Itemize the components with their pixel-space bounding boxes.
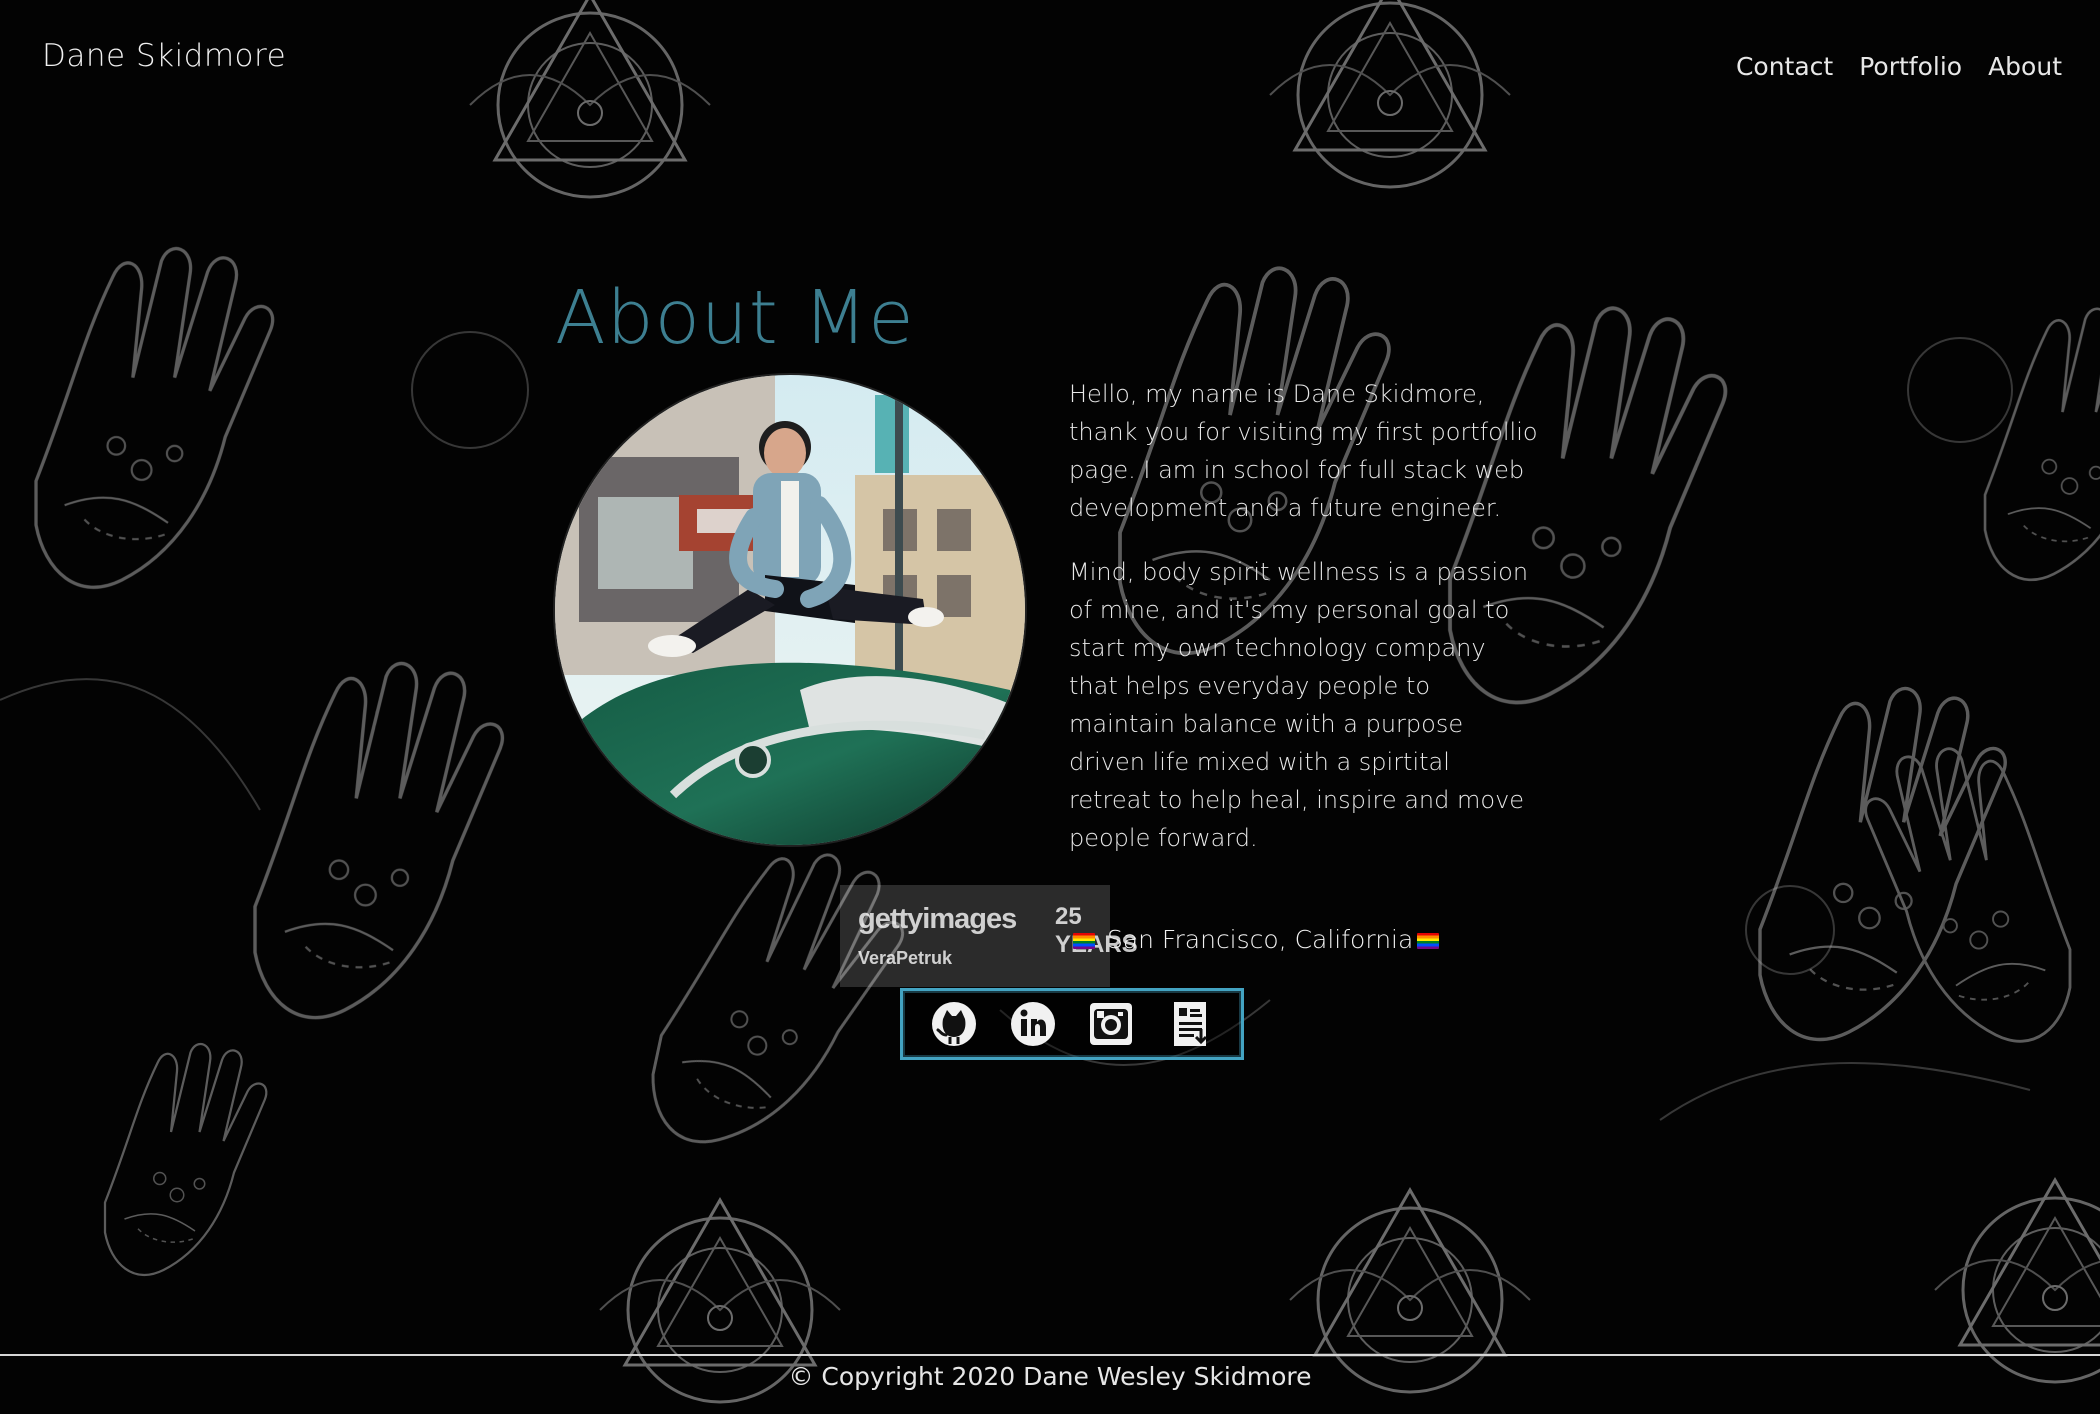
github-button[interactable] [927, 997, 981, 1051]
getty-credit: VeraPetruk [858, 948, 953, 968]
github-icon [932, 1002, 977, 1046]
location-text: San Francisco, California [1106, 925, 1414, 954]
pride-flag-icon [1073, 933, 1095, 949]
about-paragraph-wellness: Mind, body spirit wellness is a passion … [1069, 558, 1529, 852]
profile-photo-illustration [555, 375, 1025, 845]
nav-link-contact[interactable]: Contact [1736, 52, 1833, 81]
nav-link-about[interactable]: About [1988, 52, 2062, 81]
footer-divider [0, 1354, 2100, 1356]
instagram-icon [1090, 1003, 1133, 1045]
linkedin-button[interactable] [1006, 997, 1060, 1051]
about-page: Dane Skidmore Contact Portfolio About Ab… [0, 0, 2100, 1414]
pride-flag-icon [1417, 933, 1440, 949]
site-brand[interactable]: Dane Skidmore [42, 38, 286, 74]
profile-photo [555, 375, 1025, 845]
page-title: About Me [555, 274, 915, 361]
linkedin-icon [1010, 1002, 1055, 1046]
location-line: San Francisco, California [1069, 925, 1443, 954]
main-navigation: Contact Portfolio About [1736, 52, 2062, 81]
instagram-button[interactable] [1084, 997, 1138, 1051]
hand-mandala-background [0, 0, 2100, 1404]
getty-logo: gettyimages [858, 903, 1017, 935]
social-links [900, 988, 1244, 1060]
resume-button[interactable] [1163, 997, 1217, 1051]
about-paragraph-intro: Hello, my name is Dane Skidmore, thank y… [1069, 380, 1538, 522]
about-copy: Hello, my name is Dane Skidmore, thank y… [1069, 375, 1539, 883]
nav-link-portfolio[interactable]: Portfolio [1859, 52, 1962, 81]
copyright-footer: © Copyright 2020 Dane Wesley Skidmore [788, 1362, 1312, 1391]
resume-icon [1173, 1002, 1207, 1046]
